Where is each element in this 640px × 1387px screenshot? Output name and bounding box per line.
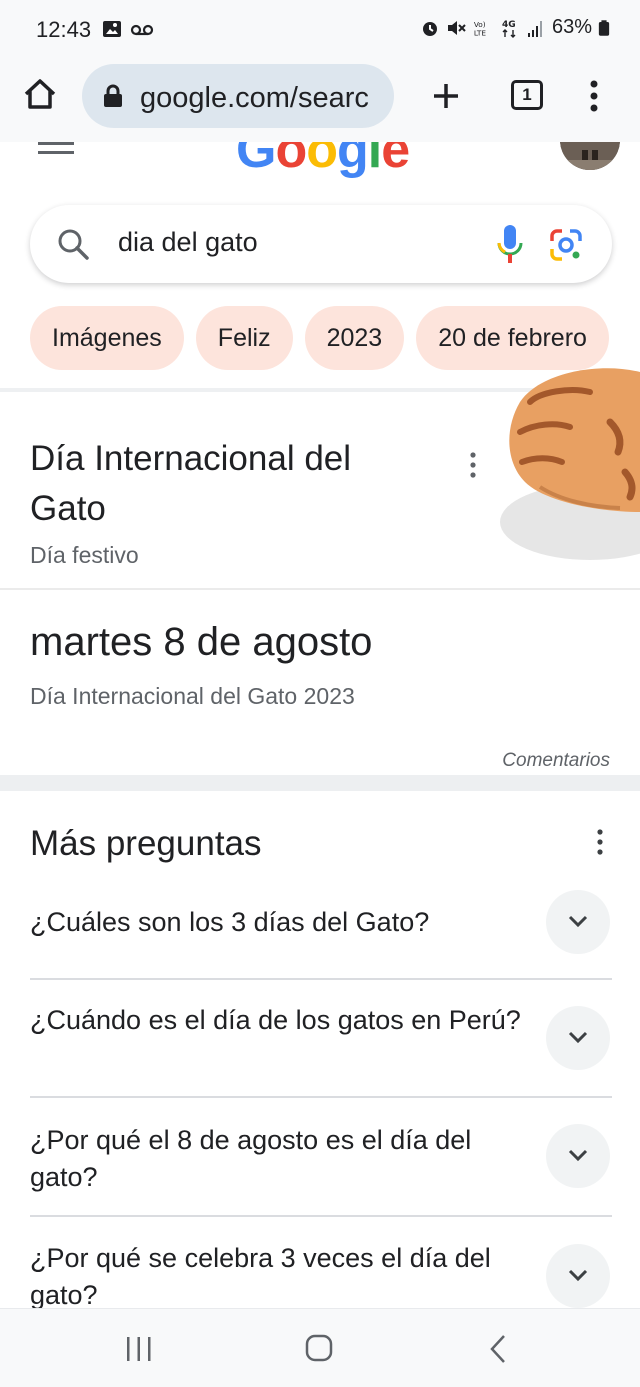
section-divider (0, 775, 640, 791)
chevron-down-icon (568, 1269, 588, 1282)
expand-button[interactable] (546, 1244, 610, 1308)
chip-feliz[interactable]: Feliz (195, 306, 293, 370)
more-vert-icon[interactable] (582, 76, 606, 116)
expand-button[interactable] (546, 890, 610, 954)
question-text: ¿Por qué el 8 de agosto es el día del ga… (30, 1125, 472, 1192)
status-time: 12:43 (36, 17, 92, 42)
network-4g-icon: 4G (502, 20, 516, 38)
chip-2023[interactable]: 2023 (304, 306, 405, 370)
divider (30, 978, 612, 980)
mute-icon (447, 20, 466, 35)
chevron-down-icon (568, 1031, 588, 1044)
holiday-date-caption: Día Internacional del Gato 2023 (30, 683, 355, 709)
google-logo[interactable]: Google (236, 142, 410, 180)
more-vert-icon[interactable] (466, 450, 480, 480)
mic-icon[interactable] (494, 223, 526, 265)
feedback-link[interactable]: Comentarios (502, 750, 610, 772)
browser-toolbar: google.com/searc 1 (0, 58, 640, 142)
search-box[interactable]: dia del gato (30, 205, 612, 283)
url-text: google.com/searc (140, 82, 369, 114)
account-avatar[interactable] (560, 142, 620, 170)
signal-icon (527, 20, 542, 37)
question-text: ¿Cuáles son los 3 días del Gato? (30, 907, 430, 937)
avatar-photo (560, 142, 620, 170)
chevron-down-icon (568, 915, 588, 928)
chip-imagenes[interactable]: Imágenes (30, 306, 184, 370)
new-tab-button[interactable] (426, 76, 466, 116)
expand-button[interactable] (546, 1006, 610, 1070)
google-lens-icon[interactable] (548, 227, 584, 263)
lock-icon (104, 84, 122, 107)
battery-percent: 63% (551, 16, 592, 38)
back-icon[interactable] (486, 1333, 510, 1365)
expand-button[interactable] (546, 1124, 610, 1188)
knowledge-panel-title: Día Internacional del Gato (30, 439, 352, 528)
more-questions-title: Más preguntas (30, 824, 262, 863)
status-bar: 12:43 Vo) LTE 4G 63% (0, 0, 640, 58)
voicemail-icon (130, 24, 154, 36)
divider (0, 588, 640, 590)
address-bar[interactable]: google.com/searc (82, 64, 394, 128)
question-text: ¿Por qué se celebra 3 veces el día del g… (30, 1243, 491, 1310)
search-filter-chips: Imágenes Feliz 2023 20 de febrero (30, 306, 640, 370)
hamburger-menu-icon[interactable] (38, 142, 74, 156)
volte-icon: Vo) LTE (474, 20, 487, 37)
question-text: ¿Cuándo es el día de los gatos en Perú? (30, 1005, 521, 1035)
cat-paw-illustration (500, 368, 640, 560)
svg-text:LTE: LTE (474, 28, 487, 37)
search-input[interactable]: dia del gato (118, 227, 258, 258)
recent-apps-icon[interactable] (124, 1335, 154, 1363)
system-navigation-bar (0, 1308, 640, 1387)
gallery-notification-icon (103, 21, 121, 37)
more-vert-icon[interactable] (593, 827, 607, 857)
status-notification-icons (102, 19, 154, 39)
alarm-icon (422, 21, 437, 36)
knowledge-panel-subtitle: Día festivo (30, 542, 139, 568)
holiday-date: martes 8 de agosto (30, 620, 373, 664)
divider (30, 1215, 612, 1217)
divider (30, 1096, 612, 1098)
status-system-icons: Vo) LTE 4G 63% (420, 16, 610, 39)
search-icon (58, 229, 89, 260)
battery-icon (598, 19, 610, 36)
google-header: Google (0, 142, 640, 186)
chevron-down-icon (568, 1149, 588, 1162)
chip-20-de-febrero[interactable]: 20 de febrero (416, 306, 609, 370)
home-icon[interactable] (20, 74, 60, 114)
svg-text:4G: 4G (502, 20, 516, 30)
tab-switcher-button[interactable]: 1 (511, 80, 543, 110)
home-button-icon[interactable] (304, 1333, 334, 1363)
